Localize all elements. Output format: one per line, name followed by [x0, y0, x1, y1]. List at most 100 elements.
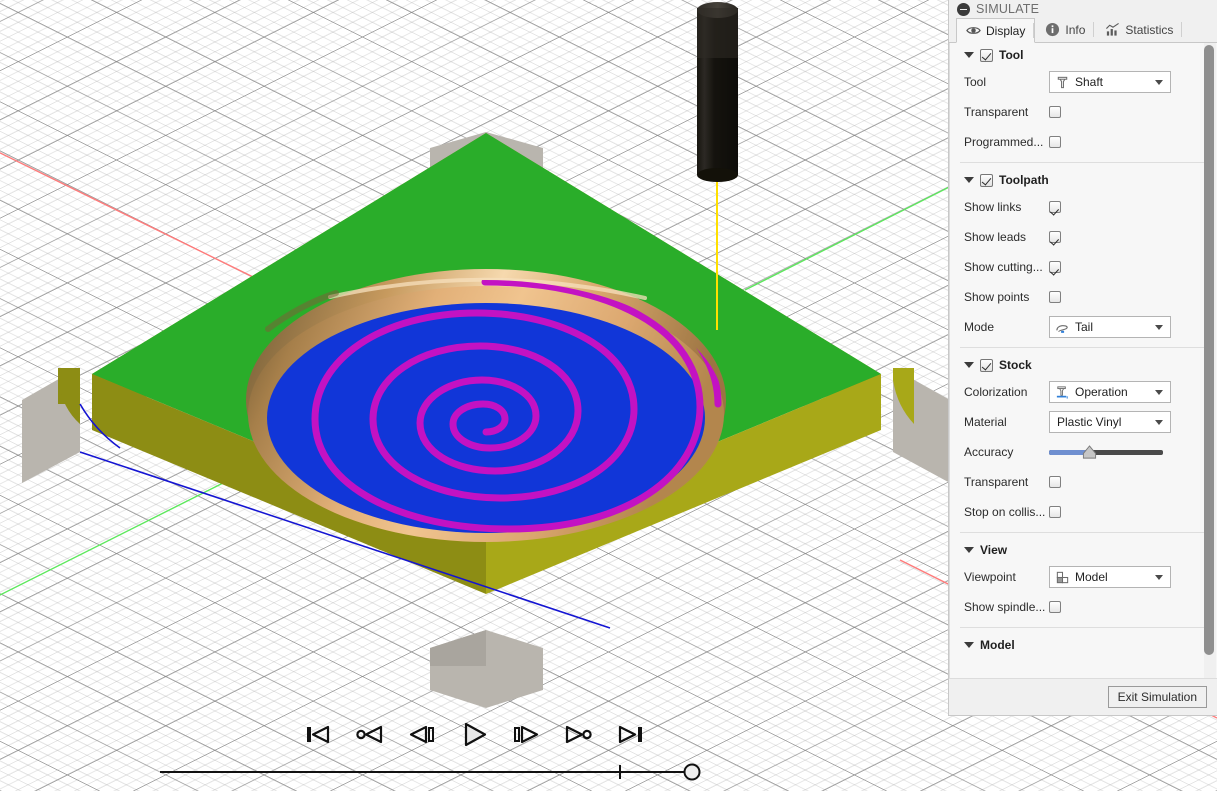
row-stock-transparent-label: Transparent	[964, 475, 1049, 489]
row-show-leads: Show leads	[950, 222, 1217, 252]
group-model-header[interactable]: Model	[950, 633, 1217, 657]
group-model-label: Model	[980, 638, 1015, 652]
tool-dropdown[interactable]: Shaft	[1049, 71, 1171, 93]
clamp-left	[22, 368, 80, 483]
show-links-checkbox[interactable]	[1049, 201, 1061, 213]
tool-programmed-checkbox[interactable]	[1049, 136, 1061, 148]
group-view-header[interactable]: View	[950, 538, 1217, 562]
chevron-down-icon[interactable]	[1155, 325, 1163, 330]
group-tool-header[interactable]: Tool	[950, 43, 1217, 67]
tab-display[interactable]: Display	[956, 18, 1035, 43]
model-view-icon	[1055, 570, 1070, 585]
minus-circle-icon[interactable]	[957, 3, 970, 16]
accuracy-slider-thumb[interactable]	[1082, 445, 1097, 460]
divider	[960, 162, 1207, 163]
play-button[interactable]	[457, 719, 491, 749]
chevron-down-icon[interactable]	[964, 177, 974, 183]
show-spindle-checkbox[interactable]	[1049, 601, 1061, 613]
step-backward-button[interactable]	[405, 719, 439, 749]
info-icon	[1045, 22, 1060, 37]
tool-dropdown-value: Shaft	[1075, 75, 1150, 89]
row-colorization: Colorization Operation	[950, 377, 1217, 407]
clamp-front	[430, 630, 543, 708]
simulation-window: SIMULATE Display Info	[0, 0, 1217, 791]
row-show-cutting-label: Show cutting...	[964, 260, 1049, 274]
chart-icon	[1105, 22, 1120, 37]
previous-operation-button[interactable]	[353, 719, 387, 749]
row-show-links: Show links	[950, 192, 1217, 222]
accuracy-slider[interactable]	[1049, 442, 1163, 462]
group-toolpath-checkbox[interactable]	[980, 174, 993, 187]
group-view: View Viewpoint Model	[950, 538, 1217, 622]
tool-transparent-checkbox[interactable]	[1049, 106, 1061, 118]
row-show-points: Show points	[950, 282, 1217, 312]
group-toolpath-header[interactable]: Toolpath	[950, 168, 1217, 192]
group-view-label: View	[980, 543, 1007, 557]
group-tool-checkbox[interactable]	[980, 49, 993, 62]
panel-header: SIMULATE	[949, 0, 1217, 18]
chevron-down-icon[interactable]	[964, 547, 974, 553]
chevron-down-icon[interactable]	[964, 362, 974, 368]
group-stock-label: Stock	[999, 358, 1032, 372]
group-tool-label: Tool	[999, 48, 1023, 62]
row-stop-on-collision-label: Stop on collis...	[964, 505, 1049, 519]
row-show-links-label: Show links	[964, 200, 1049, 214]
row-viewpoint: Viewpoint Model	[950, 562, 1217, 592]
clamp-right	[893, 368, 950, 483]
divider	[960, 532, 1207, 533]
chevron-down-icon[interactable]	[1155, 420, 1163, 425]
exit-simulation-button[interactable]: Exit Simulation	[1108, 686, 1207, 708]
group-model: Model	[950, 633, 1217, 657]
mode-dropdown-value: Tail	[1075, 320, 1150, 334]
panel-scrollbar-thumb[interactable]	[1204, 45, 1214, 655]
show-leads-checkbox[interactable]	[1049, 231, 1061, 243]
timeline-slider[interactable]	[0, 759, 948, 785]
colorization-dropdown[interactable]: Operation	[1049, 381, 1171, 403]
row-show-spindle: Show spindle...	[950, 592, 1217, 622]
row-stop-on-collision: Stop on collis...	[950, 497, 1217, 527]
chevron-down-icon[interactable]	[964, 642, 974, 648]
row-tool-label: Tool	[964, 75, 1049, 89]
panel-title-label: SIMULATE	[976, 2, 1039, 16]
row-tool-programmed-label: Programmed...	[964, 135, 1049, 149]
chevron-down-icon[interactable]	[964, 52, 974, 58]
row-material-label: Material	[964, 415, 1049, 429]
material-dropdown-value: Plastic Vinyl	[1055, 415, 1150, 429]
tab-info[interactable]: Info	[1035, 17, 1095, 42]
tab-statistics[interactable]: Statistics	[1095, 17, 1183, 42]
step-forward-button[interactable]	[509, 719, 543, 749]
show-points-checkbox[interactable]	[1049, 291, 1061, 303]
stock-transparent-checkbox[interactable]	[1049, 476, 1061, 488]
group-stock-checkbox[interactable]	[980, 359, 993, 372]
timeline-thumb	[685, 765, 700, 780]
row-show-spindle-label: Show spindle...	[964, 600, 1049, 614]
chevron-down-icon[interactable]	[1155, 80, 1163, 85]
mode-dropdown[interactable]: Tail	[1049, 316, 1171, 338]
chevron-down-icon[interactable]	[1155, 575, 1163, 580]
viewpoint-dropdown[interactable]: Model	[1049, 566, 1171, 588]
group-tool: Tool Tool Shaft	[950, 43, 1217, 157]
chevron-down-icon[interactable]	[1155, 390, 1163, 395]
group-stock-header[interactable]: Stock	[950, 353, 1217, 377]
skip-to-start-button[interactable]	[301, 719, 335, 749]
row-viewpoint-label: Viewpoint	[964, 570, 1049, 584]
row-material: Material Plastic Vinyl	[950, 407, 1217, 437]
playback-controls	[0, 711, 948, 791]
show-cutting-checkbox[interactable]	[1049, 261, 1061, 273]
skip-to-end-button[interactable]	[613, 719, 647, 749]
tail-path-icon	[1055, 320, 1070, 335]
divider	[960, 347, 1207, 348]
row-show-cutting: Show cutting...	[950, 252, 1217, 282]
row-tool-programmed: Programmed...	[950, 127, 1217, 157]
next-operation-button[interactable]	[561, 719, 595, 749]
row-tool: Tool Shaft	[950, 67, 1217, 97]
panel-scrollbar[interactable]	[1204, 43, 1216, 678]
tool-shaft-icon	[1055, 75, 1070, 90]
material-dropdown[interactable]: Plastic Vinyl	[1049, 411, 1171, 433]
stop-on-collision-checkbox[interactable]	[1049, 506, 1061, 518]
colorization-dropdown-value: Operation	[1075, 385, 1150, 399]
row-tool-transparent-label: Transparent	[964, 105, 1049, 119]
panel-scroll-area[interactable]: Tool Tool Shaft	[949, 43, 1217, 678]
row-accuracy-label: Accuracy	[964, 445, 1049, 459]
eye-icon	[966, 23, 981, 38]
